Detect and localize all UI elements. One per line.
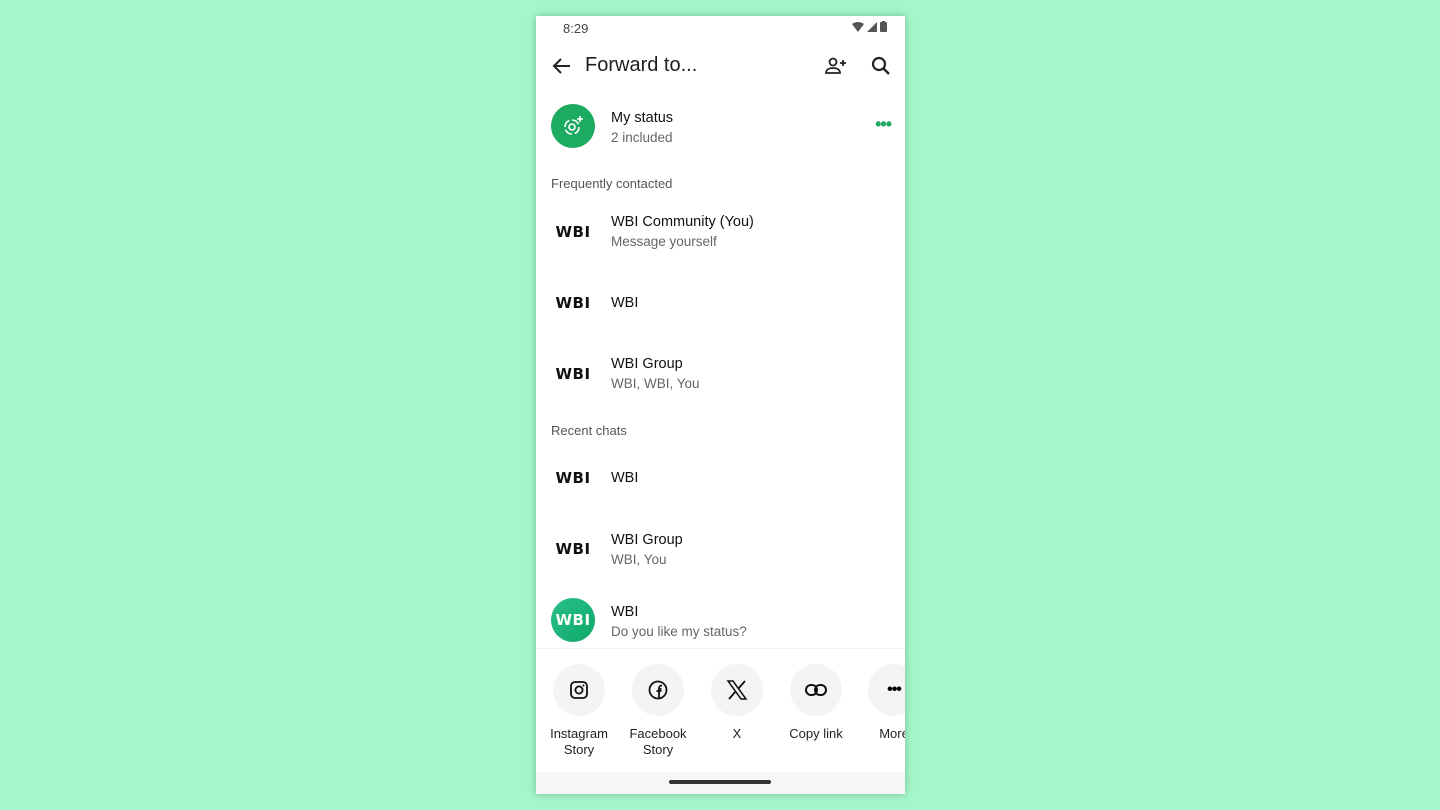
page-title: Forward to... [585, 54, 698, 76]
avatar: WBI [555, 365, 591, 383]
avatar: WBI [555, 223, 591, 241]
contact-name: WBI Community (You) [611, 214, 754, 230]
avatar: WBI [555, 540, 591, 558]
share-instagram[interactable]: Instagram Story [539, 664, 619, 758]
system-icons [852, 21, 887, 32]
share-label: X [732, 726, 742, 741]
contact-name: WBI Group [611, 356, 683, 372]
share-label: Copy link [789, 726, 843, 741]
list-item[interactable]: WBI WBI Group WBI, WBI, You [536, 344, 905, 404]
share-x[interactable]: X [697, 664, 777, 742]
list-item[interactable]: WBI WBI Do you like my status? [536, 590, 905, 650]
share-facebook[interactable]: Facebook Story [618, 664, 698, 758]
app-bar: Forward to... [536, 42, 905, 90]
my-status-row[interactable]: My status 2 included ••• [536, 96, 905, 156]
instagram-icon [570, 681, 588, 699]
share-more[interactable]: ••• More [854, 664, 905, 742]
facebook-icon [648, 680, 668, 700]
x-icon [726, 680, 748, 700]
contact-sub: Message yourself [611, 234, 717, 249]
share-label: Facebook Story [629, 726, 687, 757]
more-options-icon[interactable]: ••• [875, 114, 892, 135]
navigation-bar [536, 772, 905, 794]
contact-name: WBI Group [611, 532, 683, 548]
share-label: More [879, 726, 905, 741]
share-sheet: Instagram Story Facebook Story X Copy li… [536, 648, 905, 773]
wifi-icon [852, 21, 864, 32]
status-name: My status [611, 110, 674, 126]
status-sub: 2 included [611, 130, 673, 145]
phone-screen: 8:29 Forward to... My status 2 included … [536, 16, 905, 794]
avatar: WBI [555, 294, 591, 312]
share-copy-link[interactable]: Copy link [776, 664, 856, 742]
contact-sub: Do you like my status? [611, 624, 747, 639]
back-arrow-icon[interactable] [550, 54, 574, 78]
status-time: 8:29 [563, 21, 589, 36]
signal-icon [867, 21, 877, 32]
contact-sub: WBI, WBI, You [611, 376, 700, 391]
list-item[interactable]: WBI WBI [536, 273, 905, 333]
contact-name: WBI [611, 470, 639, 486]
add-contact-icon[interactable] [824, 54, 848, 78]
battery-icon [880, 21, 887, 32]
contact-name: WBI [611, 604, 639, 620]
list-item[interactable]: WBI WBI Group WBI, You [536, 519, 905, 579]
home-handle[interactable] [669, 780, 771, 784]
contact-sub: WBI, You [611, 552, 667, 567]
avatar: WBI [555, 469, 591, 487]
list-item[interactable]: WBI WBI [536, 448, 905, 508]
status-avatar [551, 104, 595, 148]
search-icon[interactable] [869, 54, 893, 78]
contact-name: WBI [611, 295, 639, 311]
more-icon: ••• [887, 681, 902, 698]
avatar: WBI [551, 598, 595, 642]
link-icon [805, 684, 827, 696]
list-item[interactable]: WBI WBI Community (You) Message yourself [536, 202, 905, 262]
section-recent: Recent chats [551, 423, 627, 438]
status-add-icon [564, 116, 583, 135]
status-bar: 8:29 [536, 16, 905, 42]
share-label: Instagram Story [550, 726, 608, 757]
section-frequent: Frequently contacted [551, 176, 673, 191]
